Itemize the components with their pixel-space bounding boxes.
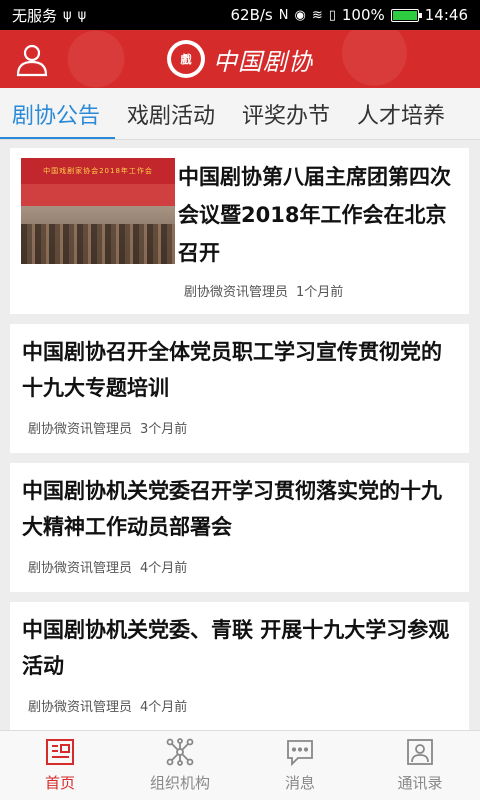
sim-icon: ▯ [328,7,336,23]
article-meta: 剧协微资讯管理员 4个月前 [28,696,187,715]
article-author: 剧协微资讯管理员 [184,285,289,300]
user-profile-button[interactable] [12,39,52,79]
message-icon [287,740,313,766]
logo-text: 中国剧协 [213,47,313,76]
user-icon [16,44,48,77]
network-speed: 62B/s [230,6,273,24]
article-feed: 中国戏剧家协会2018年工作会 中国剧协第八届主席团第四次会议暨2018年工作会… [10,148,469,741]
thumbnail-banner: 中国戏剧家协会2018年工作会 [21,158,175,184]
signal-icon: ψ [63,7,72,23]
article-time: 4个月前 [140,700,188,715]
bottom-nav: 首页 组织机构 消息 通讯录 [0,730,480,800]
usb-icon: ψ [77,7,87,23]
article-card[interactable]: 中国剧协机关党委召开学习贯彻落实党的十九大精神工作动员部署会 剧协微资讯管理员 … [10,463,469,592]
nav-label: 首页 [44,774,75,792]
article-meta: 剧协微资讯管理员 4个月前 [28,557,187,576]
nfc-icon: N [278,7,289,23]
carrier-text: 无服务 [12,6,58,25]
nav-home[interactable]: 首页 [0,731,120,800]
contacts-icon [407,739,433,765]
app-header: 戲 中国剧协 [0,30,480,88]
tab-drama-activities[interactable]: 戏剧活动 [115,88,230,139]
clock: 14:46 [424,6,468,24]
article-time: 3个月前 [140,422,188,437]
battery-fill [392,10,417,20]
battery-icon [390,8,422,22]
article-thumbnail: 中国戏剧家协会2018年工作会 [21,158,175,264]
thumbnail-stage [21,184,175,206]
article-title[interactable]: 中国剧协召开全体党员职工学习宣传贯彻党的十九大专题培训 [22,334,455,406]
org-structure-icon [166,738,194,766]
article-time: 4个月前 [140,561,188,576]
article-author: 剧协微资讯管理员 [28,422,133,437]
article-meta: 剧协微资讯管理员 3个月前 [28,418,187,437]
emblem-text: 戲 [171,44,201,74]
app-logo: 戲 中国剧协 [167,40,313,78]
article-title[interactable]: 中国剧协机关党委、青联 开展十九大学习参观活动 [22,612,455,684]
article-author: 剧协微资讯管理员 [28,700,133,715]
nav-contacts[interactable]: 通讯录 [360,731,480,800]
article-author: 剧协微资讯管理员 [28,561,133,576]
eye-icon: ◉ [294,7,306,23]
article-title[interactable]: 中国剧协第八届主席团第四次会议暨2018年工作会在北京召开 [178,158,461,272]
wifi-icon: ≋ [311,7,323,23]
battery-percent: 100% [341,6,385,24]
article-card[interactable]: 中国剧协召开全体党员职工学习宣传贯彻党的十九大专题培训 剧协微资讯管理员 3个月… [10,324,469,453]
article-time: 1个月前 [296,285,344,300]
article-title[interactable]: 中国剧协机关党委召开学习贯彻落实党的十九大精神工作动员部署会 [22,473,455,545]
nav-messages[interactable]: 消息 [240,731,360,800]
status-bar: 无服务 ψ ψ 62B/s N ◉ ≋ ▯ 100% 14:46 [0,0,480,30]
tab-announcements[interactable]: 剧协公告 [0,88,116,139]
nav-label: 通讯录 [397,774,443,792]
nav-organization[interactable]: 组织机构 [120,731,240,800]
article-card[interactable]: 中国剧协机关党委、青联 开展十九大学习参观活动 剧协微资讯管理员 4个月前 [10,602,469,731]
nav-label: 消息 [284,774,315,792]
category-tabs: 剧协公告 戏剧活动 评奖办节 人才培养 [0,88,480,140]
thumbnail-crowd [21,224,175,264]
article-card[interactable]: 中国戏剧家协会2018年工作会 中国剧协第八届主席团第四次会议暨2018年工作会… [10,148,469,314]
home-news-icon [46,739,74,765]
emblem-icon: 戲 [167,40,205,78]
tab-awards-festivals[interactable]: 评奖办节 [230,88,345,139]
tab-talent-training[interactable]: 人才培养 [345,88,460,139]
nav-label: 组织机构 [149,774,210,792]
article-meta: 剧协微资讯管理员 1个月前 [184,281,343,300]
